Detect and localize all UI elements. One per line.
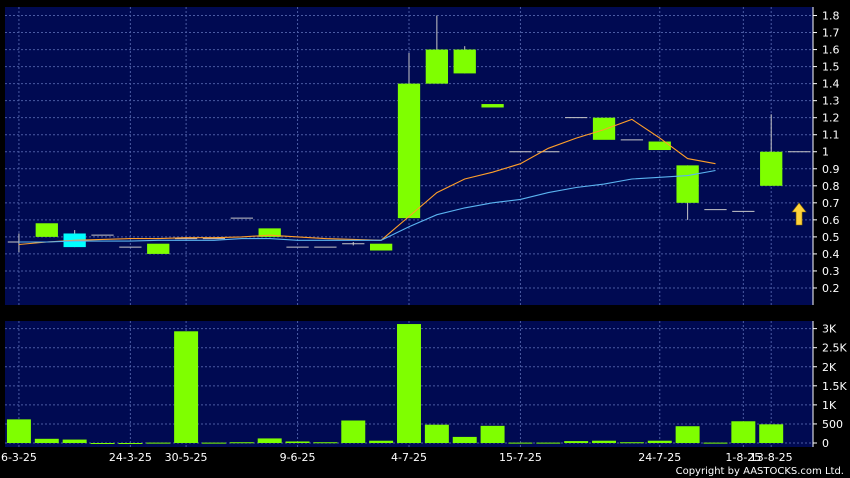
price-tick-label: 1.7 xyxy=(822,27,840,40)
price-tick-label: 1.2 xyxy=(822,112,840,125)
volume-bar xyxy=(62,439,87,443)
volume-tick-label: 0 xyxy=(822,437,829,450)
price-tick-label: 1.6 xyxy=(822,44,840,57)
volume-bar xyxy=(619,442,644,444)
volume-bar xyxy=(146,442,171,444)
volume-bar xyxy=(536,442,561,444)
price-tick-label: 1.1 xyxy=(822,129,840,142)
volume-bar xyxy=(424,424,449,443)
price-tick-label: 0.3 xyxy=(822,265,840,278)
volume-tick-label: 1.5K xyxy=(822,380,847,393)
volume-bar xyxy=(90,443,115,444)
volume-bar xyxy=(369,440,394,443)
volume-bar xyxy=(564,441,589,443)
x-tick-label: 15-7-25 xyxy=(499,451,542,464)
volume-bar xyxy=(174,331,199,443)
candle-up xyxy=(592,117,616,140)
volume-bar xyxy=(592,440,617,443)
candle-up xyxy=(760,151,783,186)
price-tick-label: 0.9 xyxy=(822,163,840,176)
candle-up xyxy=(481,104,504,108)
volume-bar xyxy=(285,441,310,443)
volume-bar xyxy=(703,442,728,444)
volume-bar xyxy=(480,425,505,443)
volume-bar xyxy=(201,442,226,444)
volume-bar xyxy=(34,438,59,443)
price-tick-label: 0.5 xyxy=(822,231,840,244)
stock-chart: 0.2 0.3 0.4 0.5 0.6 0.7 0.8 0.9 1 1.1 1.2 1.3 1.4 1.5… xyxy=(1,7,847,464)
candle-up xyxy=(648,141,671,151)
volume-bar xyxy=(647,440,672,443)
price-tick-label: 0.6 xyxy=(822,214,840,227)
volume-bar xyxy=(675,426,700,443)
volume-bar xyxy=(229,442,254,444)
volume-bar xyxy=(118,443,143,444)
candle-up xyxy=(369,243,393,251)
candle-up xyxy=(35,223,58,237)
volume-bar xyxy=(257,438,282,443)
volume-bar xyxy=(313,442,338,444)
price-tick-label: 0.7 xyxy=(822,197,840,210)
candle-up xyxy=(676,165,699,203)
x-tick-label: 4-7-25 xyxy=(391,451,427,464)
price-tick-label: 1.5 xyxy=(822,61,840,74)
candle-up xyxy=(397,83,421,219)
price-tick-label: 1.4 xyxy=(822,78,840,91)
x-tick-label: 30-5-25 xyxy=(165,451,208,464)
volume-bar xyxy=(6,419,31,443)
x-tick-label: 13-8-25 xyxy=(750,451,793,464)
volume-bar xyxy=(397,324,421,443)
volume-bar xyxy=(508,442,533,444)
price-tick-label: 1.3 xyxy=(822,95,840,108)
x-tick-label: 9-6-25 xyxy=(280,451,316,464)
x-tick-label: 6-3-25 xyxy=(1,451,37,464)
candle-up xyxy=(453,49,476,74)
volume-bar xyxy=(731,421,756,443)
price-tick-label: 0.2 xyxy=(822,282,840,295)
volume-bar xyxy=(341,420,366,443)
volume-bar xyxy=(452,436,477,443)
volume-tick-label: 2.5K xyxy=(822,342,847,355)
price-tick-label: 0.4 xyxy=(822,248,840,261)
price-tick-label: 0.8 xyxy=(822,180,840,193)
candle-up xyxy=(147,243,170,254)
volume-tick-label: 3K xyxy=(822,323,837,336)
x-tick-label: 24-7-25 xyxy=(638,451,681,464)
x-tick-label: 24-3-25 xyxy=(109,451,152,464)
volume-tick-label: 2K xyxy=(822,361,837,374)
candle-up xyxy=(425,49,449,84)
price-tick-label: 1 xyxy=(822,146,829,159)
price-tick-label: 1.8 xyxy=(822,10,840,23)
volume-bar xyxy=(759,424,784,443)
volume-tick-label: 1K xyxy=(822,399,837,412)
copyright-text: Copyright by AASTOCKS.com Ltd. xyxy=(675,466,844,477)
volume-tick-label: 500 xyxy=(822,418,843,431)
